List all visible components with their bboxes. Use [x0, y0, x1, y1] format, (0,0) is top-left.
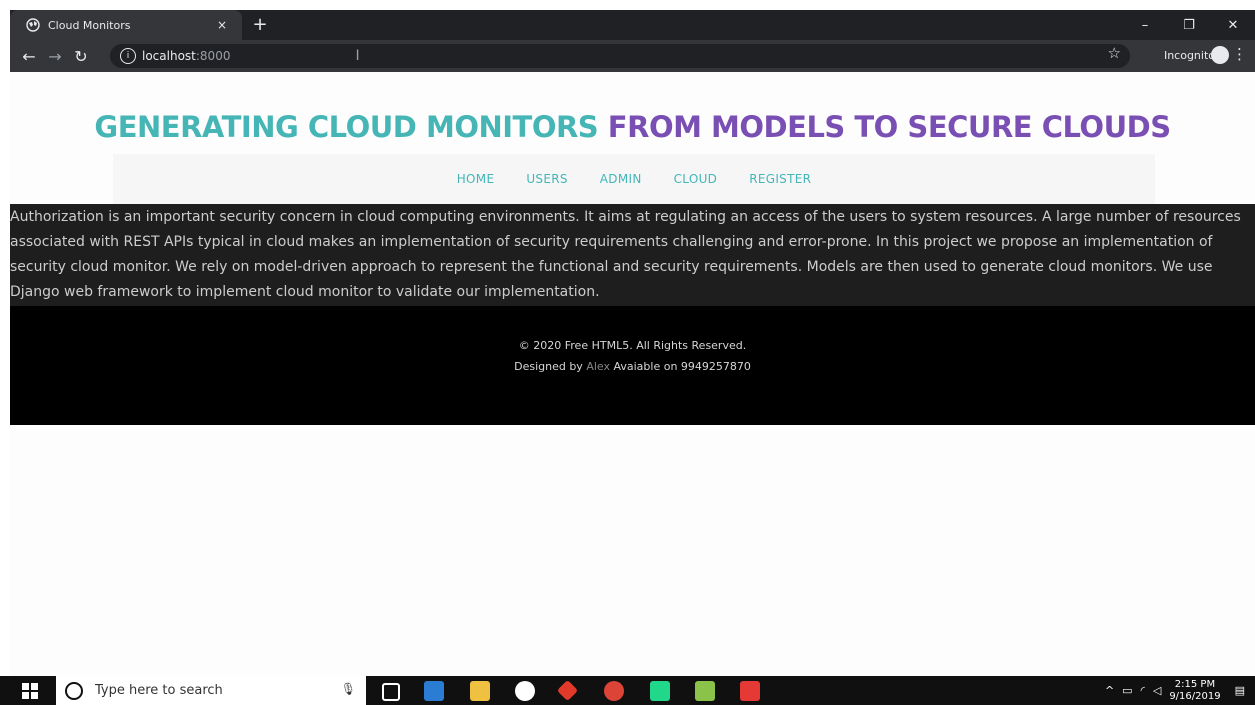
back-arrow-icon[interactable]: ←: [16, 43, 42, 69]
clock[interactable]: 2:15 PM 9/16/2019: [1169, 679, 1220, 703]
title-part-teal: GENERATING CLOUD MONITORS: [94, 110, 599, 144]
browser-window: Cloud Monitors × + – ❐ ✕ ← → ↻ i localho…: [10, 10, 1255, 676]
text-cursor-icon: I: [355, 48, 360, 64]
restore-icon[interactable]: ❐: [1167, 10, 1211, 40]
window-controls: – ❐ ✕: [1123, 10, 1255, 40]
desktop-edge: [0, 0, 10, 676]
acrobat-icon[interactable]: [740, 681, 760, 701]
app-diamond-icon[interactable]: [556, 679, 579, 702]
browser-toolbar: ← → ↻ i localhost:8000 I ☆ Incognito ⋮: [10, 40, 1255, 72]
page-title: GENERATING CLOUD MONITORS FROM MODELS TO…: [10, 110, 1255, 144]
title-part-purple: FROM MODELS TO SECURE CLOUDS: [607, 110, 1171, 144]
tab-cloud-monitors[interactable]: Cloud Monitors ×: [10, 10, 242, 40]
clock-date: 9/16/2019: [1169, 690, 1221, 702]
tab-title: Cloud Monitors: [48, 18, 131, 32]
copyright-text: © 2020 Free HTML5. All Rights Reserved.: [518, 339, 747, 352]
globe-icon: [26, 18, 40, 32]
system-tray: ^ ▭ ◜ ◁ 2:15 PM 9/16/2019 ▤: [1105, 676, 1255, 705]
clock-time: 2:15 PM: [1174, 678, 1216, 690]
nav-admin[interactable]: ADMIN: [600, 172, 642, 186]
task-view-icon[interactable]: [382, 683, 400, 701]
battery-icon[interactable]: ▭: [1122, 684, 1132, 697]
new-tab-button[interactable]: +: [250, 14, 270, 35]
search-placeholder: Type here to search: [95, 683, 223, 698]
cortana-icon: [65, 681, 83, 700]
info-icon[interactable]: i: [120, 48, 136, 64]
eclipse-icon[interactable]: [515, 681, 535, 701]
intro-paragraph: Authorization is an important security c…: [10, 204, 1255, 306]
nav-users[interactable]: USERS: [526, 172, 567, 186]
incognito-icon[interactable]: [1211, 46, 1229, 64]
chrome-icon[interactable]: [604, 681, 624, 701]
close-window-icon[interactable]: ✕: [1211, 10, 1255, 40]
incognito-label: Incognito: [1163, 49, 1215, 62]
reload-icon[interactable]: ↻: [68, 43, 94, 69]
wifi-icon[interactable]: ◜: [1141, 684, 1145, 697]
taskbar-search-box[interactable]: Type here to search 🎙: [56, 676, 366, 705]
designer-line: Designed by Alex Avaiable on 9949257870: [10, 360, 1255, 373]
bookmark-star-icon[interactable]: ☆: [1108, 44, 1121, 62]
nav-register[interactable]: REGISTER: [749, 172, 811, 186]
volume-icon[interactable]: ◁: [1153, 684, 1161, 697]
tab-close-icon[interactable]: ×: [214, 18, 230, 32]
nav-cloud[interactable]: CLOUD: [674, 172, 718, 186]
nav-home[interactable]: HOME: [457, 172, 495, 186]
url-port: :8000: [195, 49, 231, 63]
pycharm-icon[interactable]: [650, 681, 670, 701]
main-nav: HOME USERS ADMIN CLOUD REGISTER: [113, 154, 1155, 204]
menu-kebab-icon[interactable]: ⋮: [1232, 45, 1247, 63]
notepad-icon[interactable]: [695, 681, 715, 701]
notification-icon[interactable]: ▤: [1235, 684, 1245, 697]
availability-text: Avaiable on 9949257870: [613, 360, 751, 373]
windows-start-icon[interactable]: [22, 683, 38, 699]
tab-bar: Cloud Monitors × + – ❐ ✕: [10, 10, 1255, 40]
page-content: GENERATING CLOUD MONITORS FROM MODELS TO…: [10, 72, 1255, 676]
forward-arrow-icon[interactable]: →: [42, 43, 68, 69]
chevron-up-icon[interactable]: ^: [1105, 684, 1114, 697]
vscode-icon[interactable]: [424, 681, 444, 701]
address-bar[interactable]: i localhost:8000 I: [110, 44, 1130, 68]
file-explorer-icon[interactable]: [470, 681, 490, 701]
microphone-icon[interactable]: 🎙: [341, 682, 356, 696]
designer-link[interactable]: Alex: [586, 360, 610, 373]
windows-taskbar: Type here to search 🎙 ^ ▭ ◜ ◁ 2:15 PM 9/…: [0, 676, 1255, 705]
minimize-icon[interactable]: –: [1123, 10, 1167, 40]
url-host: localhost: [142, 49, 196, 63]
designed-by-label: Designed by: [514, 360, 583, 373]
footer: © 2020 Free HTML5. All Rights Reserved. …: [10, 306, 1255, 425]
